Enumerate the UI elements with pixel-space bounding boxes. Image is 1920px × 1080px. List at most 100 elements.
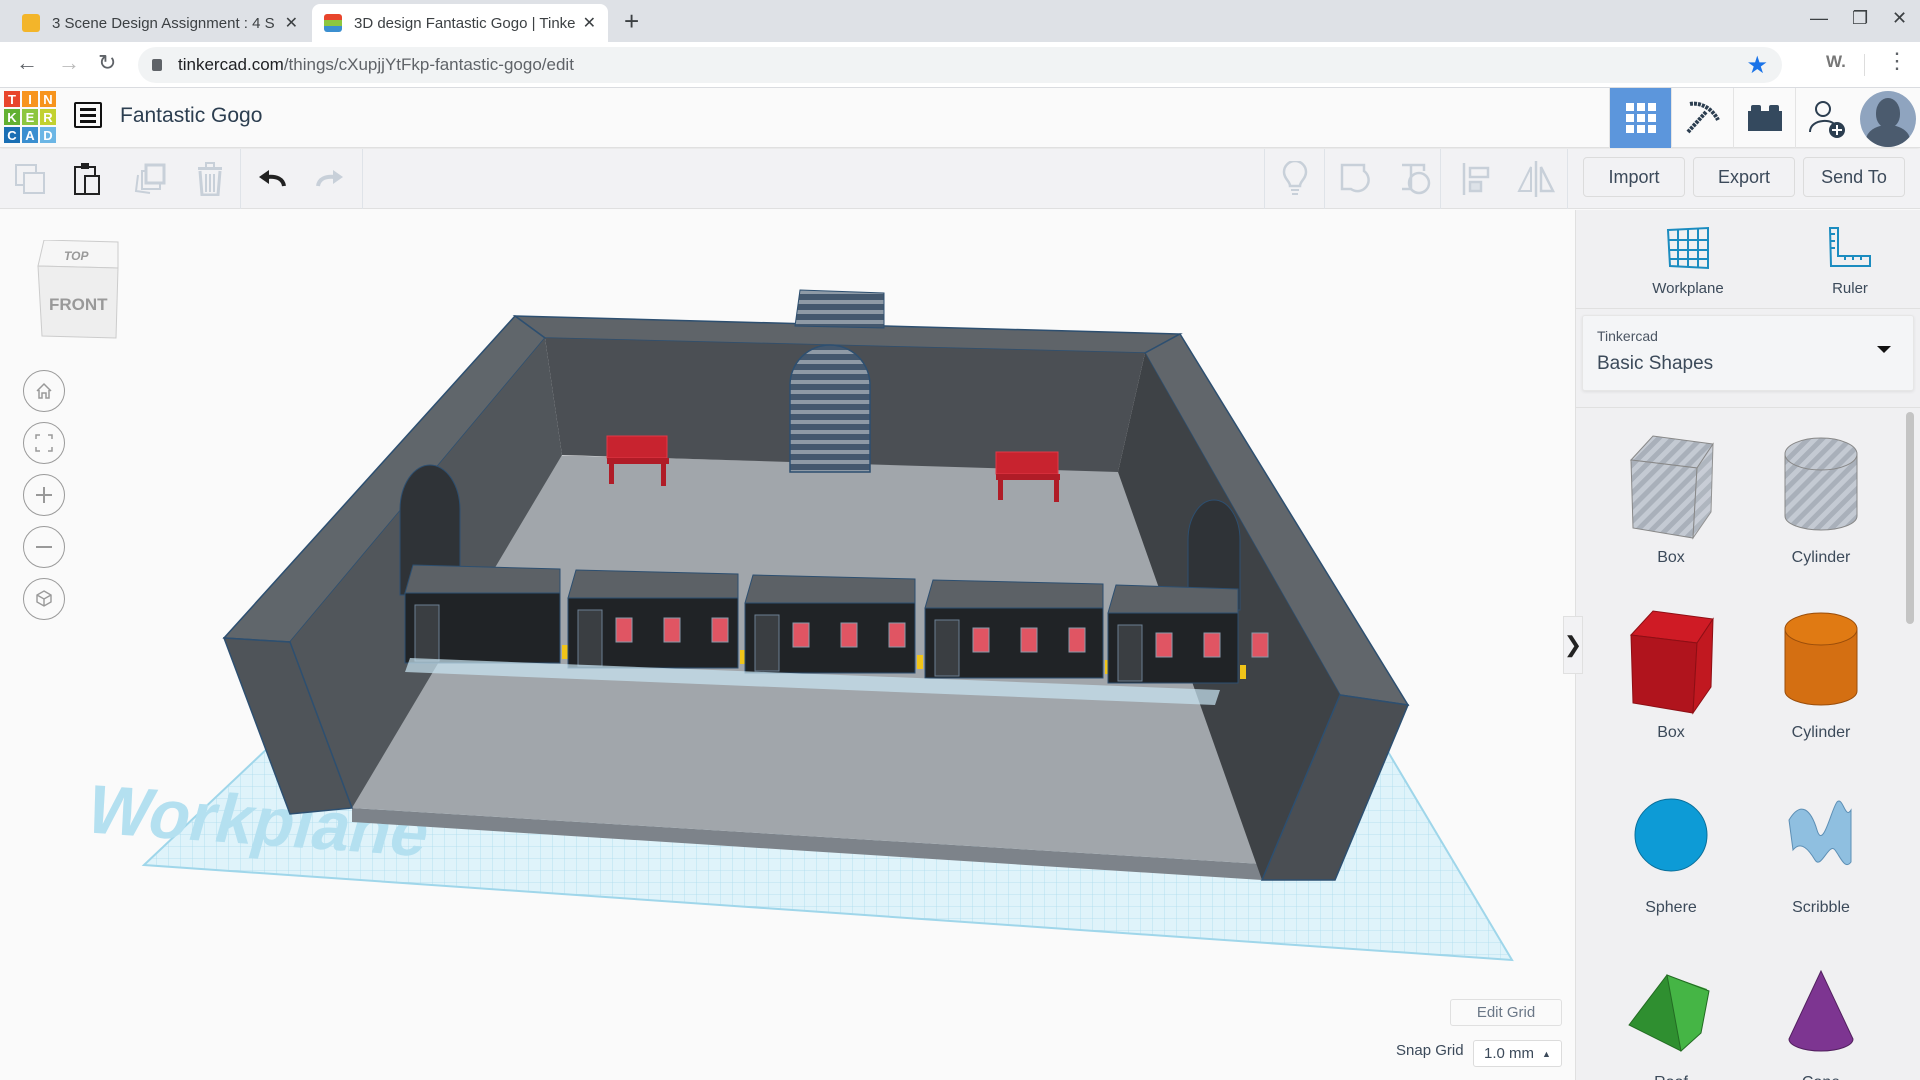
shape-cone[interactable] (1761, 955, 1881, 1070)
perspective-cube-icon (36, 590, 52, 607)
3d-design-view-button[interactable] (1609, 88, 1671, 148)
divider (1567, 149, 1568, 209)
tinkercad-logo[interactable]: TINKERCAD (3, 90, 57, 144)
cone-shape-icon (1788, 969, 1854, 1052)
ruler-tool[interactable]: Ruler (1790, 226, 1910, 297)
close-tab-icon[interactable]: ✕ (285, 13, 298, 33)
chevron-right-icon: ❯ (1563, 632, 1583, 657)
bookmark-star-icon[interactable]: ★ (1746, 51, 1768, 80)
shape-label: Cylinder (1791, 549, 1851, 566)
logo-letter: T (3, 90, 21, 108)
send-to-button[interactable]: Send To (1803, 157, 1905, 197)
snap-grid-value: 1.0 mm (1484, 1045, 1535, 1062)
export-button[interactable]: Export (1693, 157, 1795, 197)
redo-button[interactable] (300, 149, 360, 209)
mirror-button[interactable] (1506, 149, 1566, 209)
ruler-icon (1828, 227, 1871, 267)
shape-roof[interactable] (1611, 955, 1731, 1070)
reload-icon[interactable]: ↻ (98, 50, 116, 76)
snap-grid-select[interactable]: 1.0 mm ▲ (1473, 1040, 1562, 1067)
forward-icon[interactable]: → (58, 50, 80, 76)
logo-letter: N (39, 90, 57, 108)
align-button[interactable] (1446, 149, 1506, 209)
add-user-icon (1808, 101, 1845, 138)
ungroup-button[interactable] (1386, 149, 1446, 209)
close-window-icon[interactable]: ✕ (1892, 8, 1907, 29)
chrome-menu-icon[interactable]: ⋮ (1886, 48, 1908, 74)
user-avatar[interactable] (1860, 91, 1916, 147)
delete-button[interactable] (180, 149, 240, 209)
divider (1324, 149, 1325, 209)
scene-canvas[interactable]: Workplane (0, 210, 1574, 1080)
mirror-icon (1517, 161, 1556, 197)
zoom-in-button[interactable] (23, 474, 65, 516)
zoom-out-button[interactable] (23, 526, 65, 568)
shape-cylinder-hole[interactable]: Cylinder (1761, 430, 1881, 567)
panel-scrollbar[interactable] (1906, 412, 1914, 624)
edit-grid-button[interactable]: Edit Grid (1450, 999, 1562, 1026)
minimize-icon[interactable]: — (1810, 8, 1828, 29)
codeblocks-button[interactable] (1671, 88, 1733, 148)
shape-label: Cone (1761, 1072, 1881, 1080)
app-header: TINKERCAD Fantastic Gogo (0, 88, 1920, 148)
brick-icon (1747, 105, 1782, 131)
duplicate-icon (134, 163, 166, 194)
shape-cylinder[interactable]: Cylinder (1761, 605, 1881, 742)
tinkercad-favicon-icon (324, 14, 342, 32)
paste-button[interactable] (58, 149, 118, 209)
divider (1576, 308, 1920, 309)
shape-box-hole[interactable]: Box (1611, 430, 1731, 567)
group-button[interactable] (1326, 149, 1386, 209)
bricks-button[interactable] (1733, 88, 1795, 148)
workplane-tool-label: Workplane (1652, 280, 1724, 297)
workplane-tool[interactable]: Workplane (1628, 226, 1748, 297)
browser-tab-tinkercad[interactable]: 3D design Fantastic Gogo | Tinke ✕ (312, 4, 608, 42)
close-tab-icon[interactable]: ✕ (583, 13, 596, 33)
undo-button[interactable] (242, 149, 302, 209)
extension-icon[interactable]: W. (1826, 52, 1846, 72)
train-car (567, 569, 746, 669)
perspective-button[interactable] (23, 578, 65, 620)
restore-icon[interactable]: ❐ (1852, 8, 1868, 29)
address-bar[interactable]: tinkercad.com/things/cXupjjYtFkp-fantast… (138, 47, 1782, 83)
duplicate-button[interactable] (120, 149, 180, 209)
logo-letter: I (21, 90, 39, 108)
lightbulb-icon (1282, 161, 1308, 195)
undo-icon (259, 170, 286, 187)
browser-toolbar: ← → ↻ tinkercad.com/things/cXupjjYtFkp-f… (0, 42, 1920, 88)
caret-up-icon: ▲ (1542, 1048, 1551, 1059)
library-name: Basic Shapes (1597, 353, 1714, 374)
divider (1440, 149, 1441, 209)
shape-scribble[interactable]: Scribble (1761, 780, 1881, 917)
design-title[interactable]: Fantastic Gogo (120, 104, 262, 128)
staircase-top (794, 289, 885, 329)
train-car (924, 579, 1111, 679)
back-icon[interactable]: ← (16, 50, 38, 76)
show-notes-button[interactable] (1265, 149, 1325, 209)
view-cube-front-label[interactable]: FRONT (49, 295, 108, 314)
home-view-button[interactable] (23, 370, 65, 412)
new-tab-button[interactable]: + (624, 6, 639, 37)
shape-label: Roof (1611, 1072, 1731, 1080)
logo-letter: A (21, 126, 39, 144)
shape-box[interactable]: Box (1611, 605, 1731, 742)
browser-tab-bar: 3 Scene Design Assignment : 4 S ✕ 3D des… (0, 0, 1920, 42)
copy-button[interactable] (0, 149, 60, 209)
import-button[interactable]: Import (1583, 157, 1685, 197)
fit-all-button[interactable] (23, 422, 65, 464)
library-group-label: Tinkercad (1597, 328, 1658, 344)
shape-library-dropdown[interactable]: Tinkercad Basic Shapes (1582, 315, 1914, 391)
shape-label: Box (1657, 549, 1685, 566)
invite-users-button[interactable] (1795, 88, 1857, 148)
collapse-panel-button[interactable]: ❯ (1563, 616, 1583, 674)
design-list-icon[interactable] (74, 102, 102, 128)
roof-shape-icon (1628, 974, 1710, 1052)
3d-viewport[interactable]: Workplane TOP FRONT (0, 210, 1574, 1080)
view-cube-top-label[interactable]: TOP (64, 249, 89, 263)
view-cube[interactable]: TOP FRONT (34, 239, 124, 345)
shape-sphere[interactable]: Sphere (1611, 780, 1731, 917)
fit-view-icon (35, 434, 53, 452)
grid-view-icon (1625, 103, 1656, 133)
browser-tab-assignment[interactable]: 3 Scene Design Assignment : 4 S ✕ (10, 4, 310, 42)
shapes-panel: Workplane Ruler Tinkercad Basic Shapes B… (1575, 210, 1920, 1080)
